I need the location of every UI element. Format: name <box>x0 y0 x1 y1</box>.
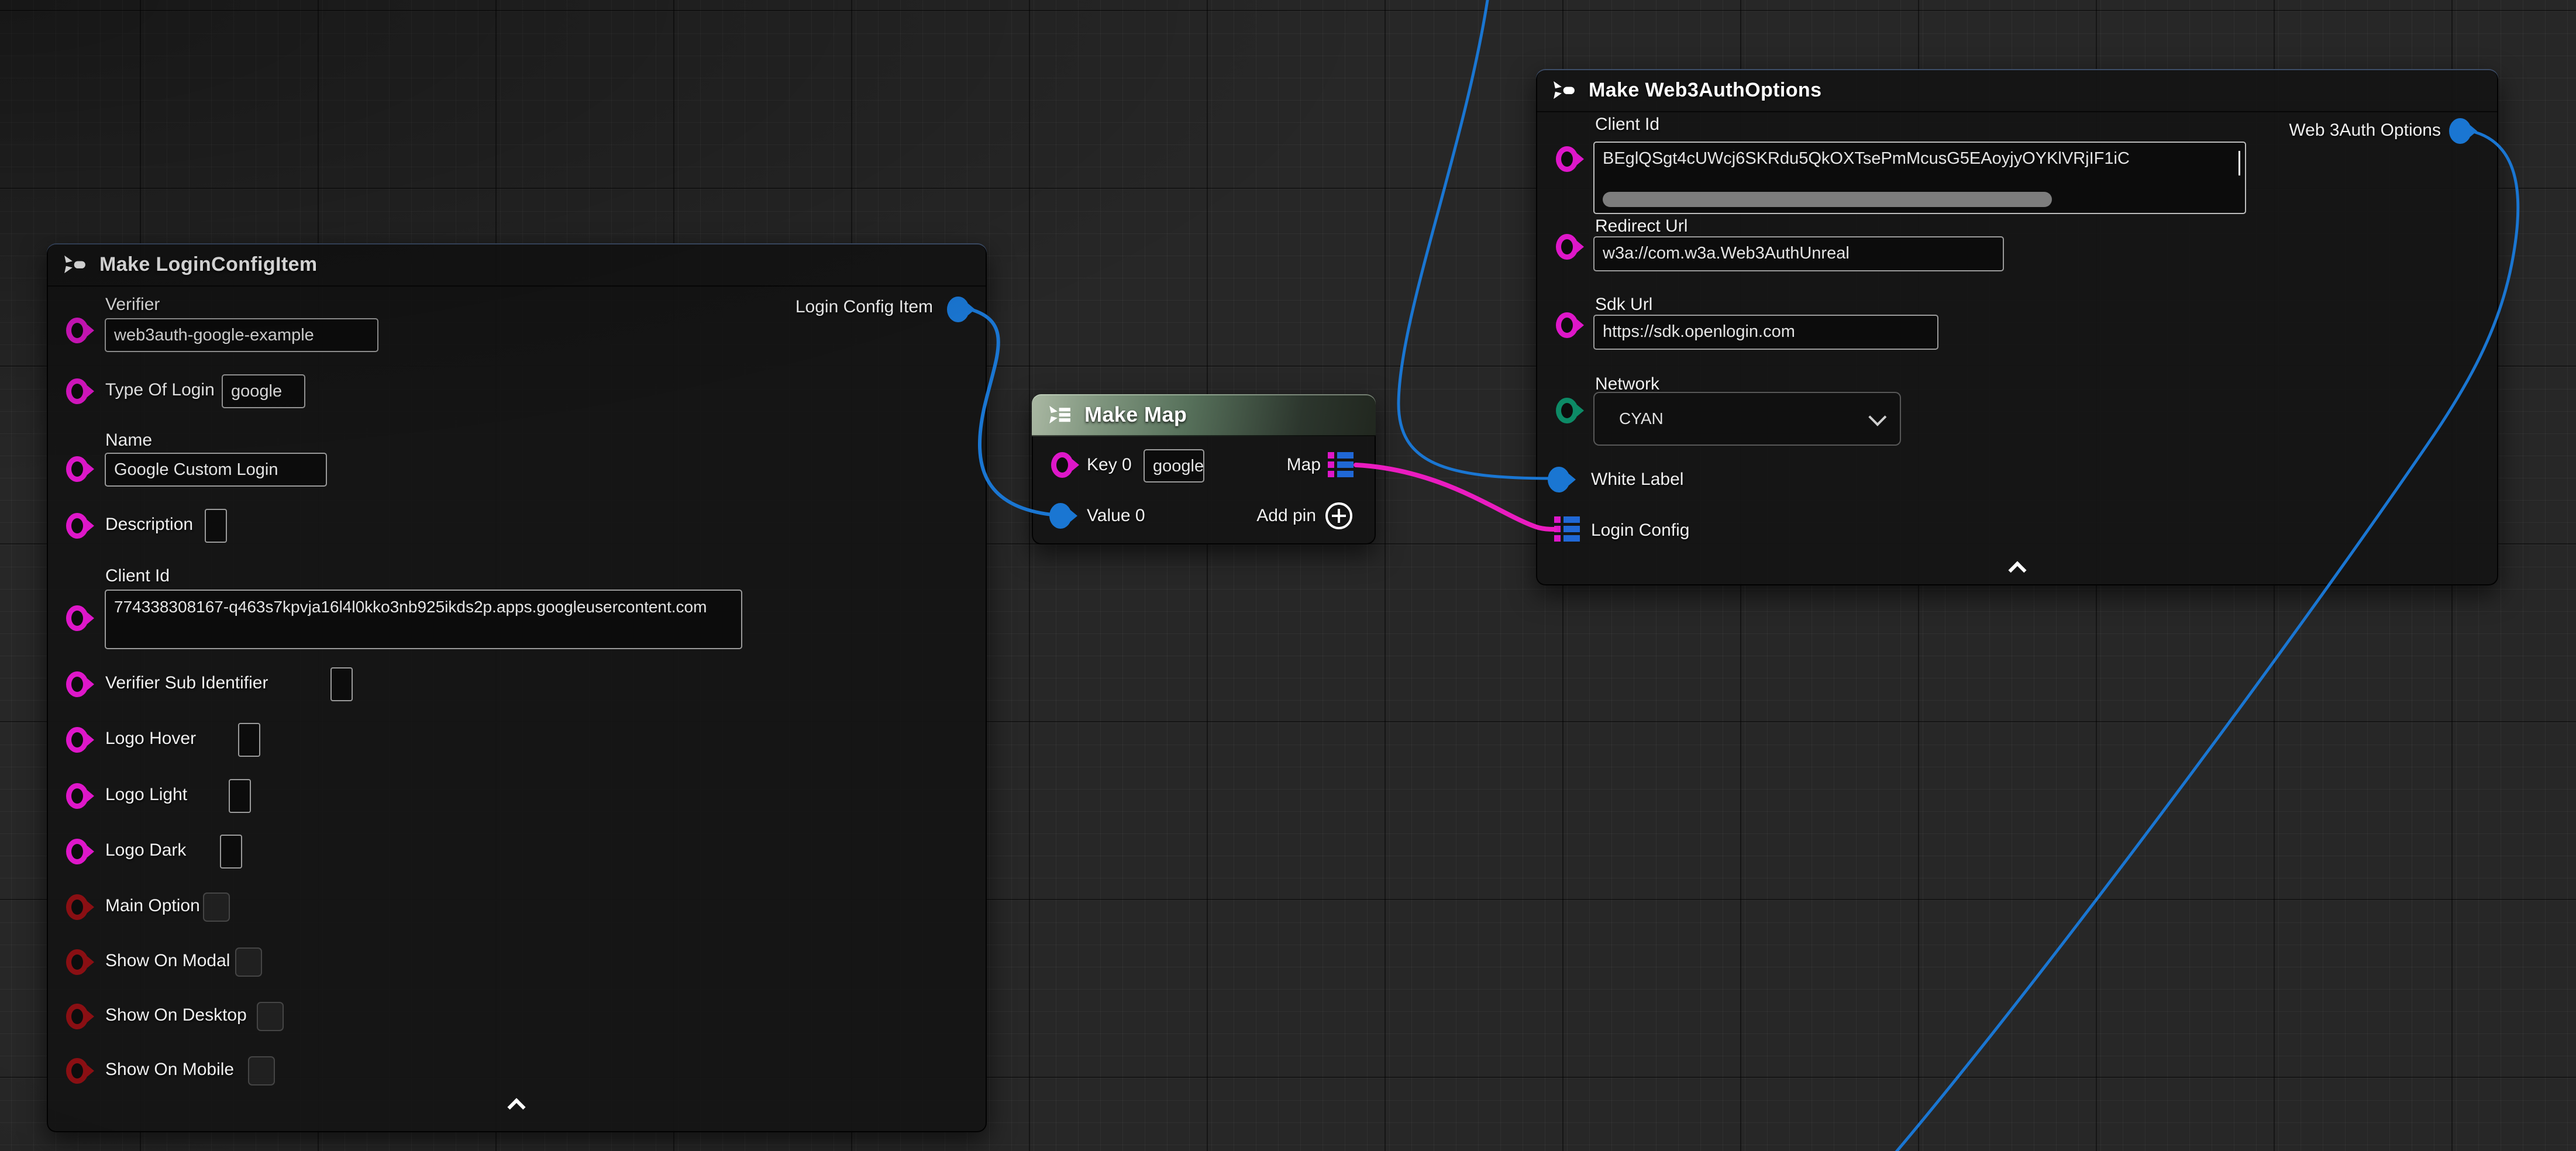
pin-logo-hover[interactable] <box>66 727 88 753</box>
description-value-field[interactable] <box>205 509 227 543</box>
network-dropdown[interactable]: CYAN <box>1593 392 1901 446</box>
node-make-web3auth-options[interactable]: Make Web3AuthOptions Web 3Auth Options C… <box>1536 69 2498 585</box>
node-header-make-web3auth-options[interactable]: Make Web3AuthOptions <box>1536 69 2498 112</box>
logo-hover-value-field[interactable] <box>238 723 260 757</box>
add-pin-plus-icon[interactable] <box>1325 502 1352 529</box>
node-title: Make Map <box>1084 402 1187 427</box>
pin-label-type-of-login: Type Of Login <box>105 380 215 400</box>
logo-light-value-field[interactable] <box>229 779 251 813</box>
pin-label-description: Description <box>105 515 193 535</box>
pin-map-output[interactable] <box>1327 452 1354 478</box>
pin-show-on-mobile[interactable] <box>66 1058 88 1084</box>
pin-label-redirect-url: Redirect Url <box>1595 216 1688 236</box>
pin-label-show-on-modal: Show On Modal <box>105 951 230 971</box>
node-header-make-map[interactable]: Make Map <box>1032 394 1376 436</box>
pin-label-main-option: Main Option <box>105 896 200 916</box>
pin-description[interactable] <box>66 513 88 539</box>
pin-show-on-modal[interactable] <box>66 949 88 975</box>
node-title: Make LoginConfigItem <box>99 253 318 276</box>
pin-verifier[interactable] <box>66 318 88 343</box>
node-header-make-login-config-item[interactable]: Make LoginConfigItem <box>47 243 987 287</box>
pin-label-map: Map <box>1287 455 1321 475</box>
pin-network[interactable] <box>1556 398 1578 423</box>
pin-main-option[interactable] <box>66 894 88 920</box>
chevron-down-icon <box>1868 408 1886 426</box>
show-on-mobile-checkbox[interactable] <box>248 1056 275 1085</box>
sdk-url-value-field[interactable]: https://sdk.openlogin.com <box>1593 315 1938 350</box>
pin-label-logo-dark: Logo Dark <box>105 840 186 860</box>
node-title: Make Web3AuthOptions <box>1589 79 1821 102</box>
wire-makemap-map-to-loginconfig[interactable] <box>1356 465 1555 529</box>
pin-logo-dark[interactable] <box>66 839 88 864</box>
pin-label-value-0: Value 0 <box>1087 506 1145 526</box>
pin-key-0[interactable] <box>1051 452 1073 478</box>
verifier-sub-identifier-value-field[interactable] <box>330 667 353 701</box>
pin-sdk-url[interactable] <box>1556 312 1578 338</box>
pin-client-id[interactable] <box>66 605 88 631</box>
pin-show-on-desktop[interactable] <box>66 1004 88 1029</box>
pin-client-id[interactable] <box>1556 146 1578 172</box>
pin-label-client-id: Client Id <box>105 566 170 586</box>
make-map-icon <box>1047 402 1073 428</box>
pin-label-verifier-sub-identifier: Verifier Sub Identifier <box>105 673 268 693</box>
add-pin-label[interactable]: Add pin <box>1256 506 1316 526</box>
network-dropdown-value: CYAN <box>1619 409 1664 428</box>
pin-name[interactable] <box>66 456 88 482</box>
logo-dark-value-field[interactable] <box>220 835 242 869</box>
pin-web3auth-options-output[interactable] <box>2449 118 2471 144</box>
pin-label-login-config: Login Config <box>1591 521 1689 540</box>
pin-label-logo-hover: Logo Hover <box>105 729 196 749</box>
pin-label-web3auth-options: Web 3Auth Options <box>2289 120 2441 140</box>
collapse-node-chevron-icon[interactable] <box>2010 563 2025 578</box>
pin-label-name: Name <box>105 430 152 450</box>
show-on-modal-checkbox[interactable] <box>235 947 262 977</box>
node-make-login-config-item[interactable]: Make LoginConfigItem Verifier web3auth-g… <box>47 243 987 1132</box>
client-id-value-text: BEglQSgt4cUWcj6SKRdu5QkOXTsePmMcusG5EAoy… <box>1603 149 2130 168</box>
pin-login-config[interactable] <box>1554 516 1580 543</box>
wire-offscreen-top-to-whitelabel[interactable] <box>1399 0 1551 478</box>
pin-label-show-on-desktop: Show On Desktop <box>105 1005 247 1025</box>
make-struct-icon <box>1551 77 1577 103</box>
pin-label-show-on-mobile: Show On Mobile <box>105 1060 234 1080</box>
pin-type-of-login[interactable] <box>66 378 88 404</box>
text-cursor <box>2238 151 2240 175</box>
pin-label-key-0: Key 0 <box>1087 455 1132 475</box>
pin-label-sdk-url: Sdk Url <box>1595 295 1652 315</box>
node-make-map[interactable]: Make Map Key 0 google Map Value 0 Add pi… <box>1032 394 1376 545</box>
horizontal-scrollbar-thumb[interactable] <box>1603 192 2052 207</box>
pin-logo-light[interactable] <box>66 783 88 809</box>
main-option-checkbox[interactable] <box>203 892 230 922</box>
redirect-url-value-field[interactable]: w3a://com.w3a.Web3AuthUnreal <box>1593 236 2004 271</box>
pin-verifier-sub-identifier[interactable] <box>66 671 88 697</box>
pin-label-logo-light: Logo Light <box>105 785 187 805</box>
name-value-field[interactable]: Google Custom Login <box>105 453 327 487</box>
pin-label-network: Network <box>1595 374 1659 394</box>
key-0-value-field[interactable]: google <box>1144 449 1204 483</box>
pin-label-verifier: Verifier <box>105 295 160 315</box>
show-on-desktop-checkbox[interactable] <box>257 1002 284 1031</box>
client-id-value-field[interactable]: BEglQSgt4cUWcj6SKRdu5QkOXTsePmMcusG5EAoy… <box>1593 142 2246 214</box>
make-struct-icon <box>62 251 88 277</box>
pin-label-login-config-item: Login Config Item <box>795 297 933 317</box>
pin-redirect-url[interactable] <box>1556 234 1578 260</box>
verifier-value-field[interactable]: web3auth-google-example <box>105 318 378 352</box>
pin-label-client-id: Client Id <box>1595 115 1659 135</box>
pin-label-white-label: White Label <box>1591 470 1683 490</box>
client-id-value-field[interactable]: 774338308167-q463s7kpvja16l4l0kko3nb925i… <box>105 590 742 649</box>
collapse-node-chevron-icon[interactable] <box>509 1100 524 1115</box>
type-of-login-value-field[interactable]: google <box>222 374 305 408</box>
blueprint-graph-canvas[interactable]: Make LoginConfigItem Verifier web3auth-g… <box>0 0 2576 1151</box>
